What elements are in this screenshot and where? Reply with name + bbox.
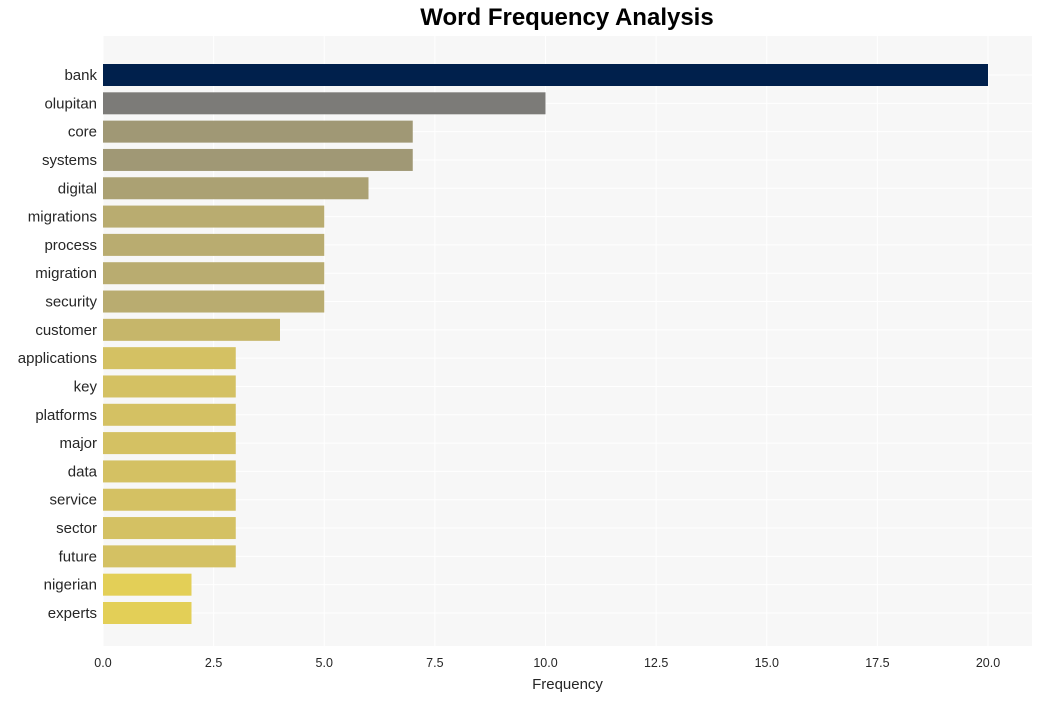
y-tick-label: security	[45, 294, 97, 311]
bar-security	[103, 290, 325, 313]
bar-experts	[103, 602, 192, 624]
x-tick-label: 7.5	[426, 656, 443, 670]
x-axis-label: Frequency	[532, 676, 603, 693]
x-tick-label: 0.0	[94, 656, 111, 670]
y-tick-label: sector	[56, 520, 97, 537]
y-tick-label: digital	[58, 180, 97, 197]
x-tick-label: 5.0	[316, 656, 333, 670]
bar-major	[103, 432, 236, 455]
y-tick-label: olupitan	[44, 95, 97, 112]
bar-customer	[103, 318, 280, 341]
bar-core	[103, 120, 413, 143]
y-tick-label: migration	[35, 265, 97, 282]
bar-platforms	[103, 403, 236, 426]
y-tick-label: nigerian	[44, 577, 97, 594]
x-tick-label: 10.0	[533, 656, 557, 670]
x-tick-label: 15.0	[755, 656, 779, 670]
bar-migrations	[103, 205, 325, 228]
bar-chart: bankolupitancoresystemsdigitalmigrations…	[18, 36, 1032, 693]
bar-key	[103, 375, 236, 398]
y-tick-label: bank	[64, 67, 97, 84]
y-tick-label: platforms	[35, 407, 97, 424]
y-tick-label: key	[74, 378, 98, 395]
bar-systems	[103, 148, 413, 171]
y-axis-tick-labels: bankolupitancoresystemsdigitalmigrations…	[18, 67, 98, 622]
bar-process	[103, 233, 325, 256]
bar-olupitan	[103, 92, 546, 115]
y-tick-label: systems	[42, 152, 97, 169]
y-tick-label: core	[68, 124, 97, 141]
bar-applications	[103, 347, 236, 370]
bar-digital	[103, 177, 369, 200]
x-axis-tick-labels: 0.0 2.5 5.0 7.5 10.0 12.5 15.0 17.5 20.0	[94, 656, 1000, 670]
bar-migration	[103, 262, 325, 285]
y-tick-label: data	[68, 463, 98, 480]
bar-sector	[103, 517, 236, 540]
bar-bank	[103, 64, 988, 86]
x-tick-label: 20.0	[976, 656, 1000, 670]
y-tick-label: major	[59, 435, 97, 452]
bar-data	[103, 460, 236, 483]
y-tick-label: applications	[18, 350, 97, 367]
bar-service	[103, 488, 236, 511]
y-tick-label: experts	[48, 605, 97, 622]
x-tick-label: 17.5	[865, 656, 889, 670]
bar-nigerian	[103, 573, 192, 596]
bar-future	[103, 545, 236, 568]
y-tick-label: service	[49, 492, 97, 509]
y-tick-label: process	[44, 237, 97, 254]
y-tick-label: migrations	[28, 209, 97, 226]
y-tick-label: customer	[35, 322, 97, 339]
x-tick-label: 12.5	[644, 656, 668, 670]
x-tick-label: 2.5	[205, 656, 222, 670]
y-tick-label: future	[59, 548, 97, 565]
